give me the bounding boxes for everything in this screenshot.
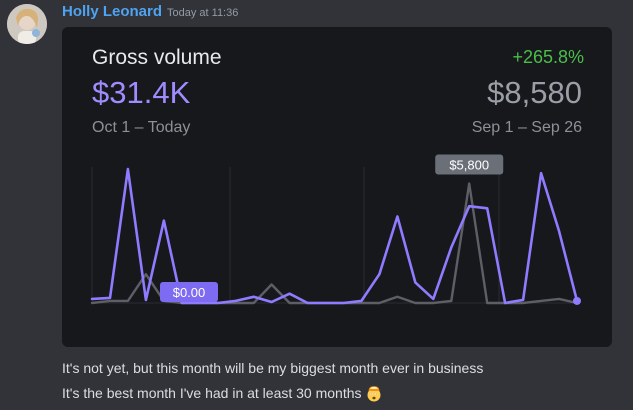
exploding-head-emoji-icon[interactable]	[365, 384, 383, 402]
message-line: It's not yet, but this month will be my …	[62, 360, 484, 376]
current-value-tooltip: $0.00	[160, 282, 218, 302]
tooltip-label: $5,800	[449, 158, 489, 173]
gross-volume-chart[interactable]: $0.00 $5,800	[62, 27, 612, 347]
current-series-endpoint	[573, 296, 581, 305]
chart-area[interactable]: $0.00 $5,800	[62, 27, 612, 347]
gross-volume-card[interactable]: Gross volume +265.8% $31.4K $8,580 Oct 1…	[62, 27, 612, 347]
avatar[interactable]	[7, 4, 47, 44]
message-line-text: It's the best month I've had in at least…	[62, 385, 362, 401]
author-name[interactable]: Holly Leonard	[62, 3, 162, 20]
message-line: It's the best month I've had in at least…	[62, 384, 383, 402]
tooltip-label: $0.00	[173, 285, 206, 300]
avatar-image	[7, 4, 47, 44]
chat-message: Holly Leonard Today at 11:36 Gross volum…	[0, 0, 633, 410]
previous-value-tooltip: $5,800	[435, 154, 504, 175]
timestamp: Today at 11:36	[167, 7, 239, 19]
